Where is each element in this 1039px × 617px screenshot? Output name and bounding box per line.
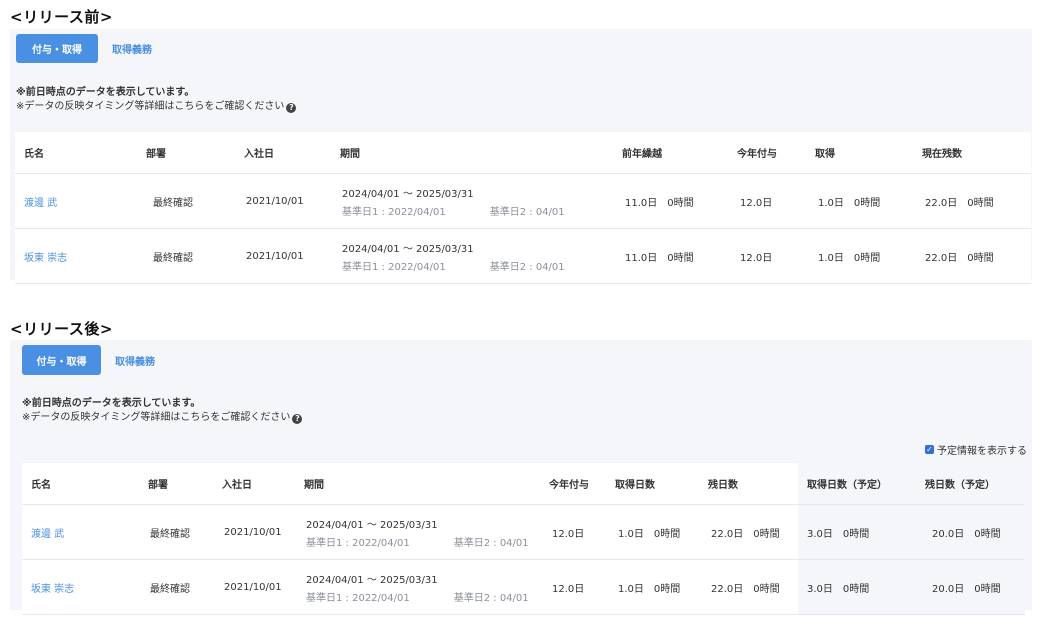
period-range: 2024/04/01 〜 2025/03/31 — [342, 243, 474, 255]
table-header-row: 氏名 部署 入社日 期間 前年繰越 今年付与 取得 現在残数 — [15, 132, 1031, 174]
header-remaining-planned[interactable]: 残日数（予定） — [916, 463, 1025, 505]
header-granted[interactable]: 今年付与 — [728, 132, 806, 174]
period-range: 2024/04/01 〜 2025/03/31 — [342, 188, 474, 200]
period-range: 2024/04/01 〜 2025/03/31 — [306, 574, 438, 586]
dept-cell: 最終確認 — [139, 559, 213, 615]
section-title-after: <リリース後> — [10, 320, 113, 338]
remaining-cell: 22.0日 0時間 — [913, 228, 1031, 284]
show-planned-label: 予定情報を表示する — [937, 446, 1027, 457]
header-taken[interactable]: 取得 — [806, 132, 913, 174]
show-planned-toggle[interactable]: ✓ 予定情報を表示する — [925, 442, 1027, 457]
notice-after: ※前日時点のデータを表示しています。 ※データの反映タイミング等詳細はこちらをご… — [22, 397, 303, 425]
tab-grant-acquire[interactable]: 付与・取得 — [16, 34, 98, 63]
period-cell: 2024/04/01 〜 2025/03/31 基準日1 : 2022/04/0… — [331, 173, 613, 229]
taken-cell: 1.0日 0時間 — [806, 173, 913, 229]
base-date-1: 基準日1 : 2022/04/01 — [342, 261, 446, 273]
joined-cell: 2021/10/01 — [235, 228, 331, 284]
remaining-cell: 22.0日 0時間 — [913, 173, 1031, 229]
table-after: 氏名 部署 入社日 期間 今年付与 取得日数 残日数 取得日数（予定） 残日数（… — [22, 463, 1025, 615]
carryover-cell: 11.0日 0時間 — [613, 173, 728, 229]
header-joined[interactable]: 入社日 — [213, 463, 295, 505]
table-row: 坂東 崇志 最終確認 2021/10/01 2024/04/01 〜 2025/… — [22, 559, 1025, 615]
header-name[interactable]: 氏名 — [15, 132, 137, 174]
section-title-before: <リリース前> — [10, 8, 113, 26]
header-joined[interactable]: 入社日 — [235, 132, 331, 174]
question-circle-icon[interactable]: ? — [286, 103, 297, 113]
header-remaining[interactable]: 現在残数 — [913, 132, 1031, 174]
tab-grant-acquire[interactable]: 付与・取得 — [22, 345, 101, 375]
table-row: 渡邊 武 最終確認 2021/10/01 2024/04/01 〜 2025/0… — [22, 504, 1025, 560]
notice-line-2: ※データの反映タイミング等詳細はこちらをご確認ください? — [16, 100, 297, 114]
table-header-row: 氏名 部署 入社日 期間 今年付与 取得日数 残日数 取得日数（予定） 残日数（… — [22, 463, 1025, 505]
period-base-dates: 基準日1 : 2022/04/01 基準日2 : 04/01 — [342, 203, 613, 218]
taken-planned-cell: 3.0日 0時間 — [798, 504, 916, 560]
remaining-planned-cell: 20.0日 0時間 — [916, 559, 1025, 615]
period-base-dates: 基準日1 : 2022/04/01 基準日2 : 04/01 — [306, 589, 540, 604]
dept-cell: 最終確認 — [137, 228, 235, 284]
tab-obligation-link[interactable]: 取得義務 — [112, 41, 152, 56]
remaining-cell: 22.0日 0時間 — [699, 559, 798, 615]
tab-bar-after: 付与・取得 取得義務 — [22, 345, 155, 375]
base-date-2: 基準日2 : 04/01 — [489, 261, 565, 273]
notice-line-2-text: ※データの反映タイミング等詳細はこちらをご確認ください — [22, 412, 291, 423]
tab-bar-before: 付与・取得 取得義務 — [16, 34, 152, 63]
checkbox-checked-icon[interactable]: ✓ — [925, 445, 934, 454]
dept-cell: 最終確認 — [137, 173, 235, 229]
header-remaining-days[interactable]: 残日数 — [699, 463, 798, 505]
period-base-dates: 基準日1 : 2022/04/01 基準日2 : 04/01 — [306, 534, 540, 549]
employee-name-link[interactable]: 渡邊 武 — [24, 198, 57, 209]
granted-cell: 12.0日 — [540, 559, 606, 615]
table-before: 氏名 部署 入社日 期間 前年繰越 今年付与 取得 現在残数 渡邊 武 最終確認… — [15, 132, 1031, 284]
granted-cell: 12.0日 — [540, 504, 606, 560]
tab-obligation-link[interactable]: 取得義務 — [115, 353, 155, 368]
taken-planned-cell: 3.0日 0時間 — [798, 559, 916, 615]
notice-line-1: ※前日時点のデータを表示しています。 — [16, 87, 195, 98]
carryover-cell: 11.0日 0時間 — [613, 228, 728, 284]
base-date-1: 基準日1 : 2022/04/01 — [306, 592, 410, 604]
notice-line-2-text: ※データの反映タイミング等詳細はこちらをご確認ください — [16, 101, 285, 112]
employee-name-link[interactable]: 渡邊 武 — [31, 529, 64, 540]
joined-cell: 2021/10/01 — [213, 559, 295, 615]
table-row: 渡邊 武 最終確認 2021/10/01 2024/04/01 〜 2025/0… — [15, 173, 1031, 229]
taken-cell: 1.0日 0時間 — [806, 228, 913, 284]
header-period[interactable]: 期間 — [331, 132, 613, 174]
employee-name-link[interactable]: 坂東 崇志 — [24, 253, 67, 264]
base-date-2: 基準日2 : 04/01 — [453, 592, 529, 604]
period-cell: 2024/04/01 〜 2025/03/31 基準日1 : 2022/04/0… — [331, 228, 613, 284]
granted-cell: 12.0日 — [728, 228, 806, 284]
header-taken-planned[interactable]: 取得日数（予定） — [798, 463, 916, 505]
period-cell: 2024/04/01 〜 2025/03/31 基準日1 : 2022/04/0… — [295, 504, 540, 560]
header-taken-days[interactable]: 取得日数 — [606, 463, 699, 505]
dept-cell: 最終確認 — [139, 504, 213, 560]
base-date-1: 基準日1 : 2022/04/01 — [342, 206, 446, 218]
table-row: 坂東 崇志 最終確認 2021/10/01 2024/04/01 〜 2025/… — [15, 228, 1031, 284]
remaining-planned-cell: 20.0日 0時間 — [916, 504, 1025, 560]
period-base-dates: 基準日1 : 2022/04/01 基準日2 : 04/01 — [342, 258, 613, 273]
joined-cell: 2021/10/01 — [235, 173, 331, 229]
header-dept[interactable]: 部署 — [139, 463, 213, 505]
base-date-2: 基準日2 : 04/01 — [489, 206, 565, 218]
header-dept[interactable]: 部署 — [137, 132, 235, 174]
notice-line-1: ※前日時点のデータを表示しています。 — [22, 398, 201, 409]
period-range: 2024/04/01 〜 2025/03/31 — [306, 519, 438, 531]
employee-name-link[interactable]: 坂東 崇志 — [31, 584, 74, 595]
notice-before: ※前日時点のデータを表示しています。 ※データの反映タイミング等詳細はこちらをご… — [16, 86, 297, 114]
taken-cell: 1.0日 0時間 — [606, 559, 699, 615]
base-date-1: 基準日1 : 2022/04/01 — [306, 537, 410, 549]
taken-cell: 1.0日 0時間 — [606, 504, 699, 560]
header-carryover[interactable]: 前年繰越 — [613, 132, 728, 174]
joined-cell: 2021/10/01 — [213, 504, 295, 560]
period-cell: 2024/04/01 〜 2025/03/31 基準日1 : 2022/04/0… — [295, 559, 540, 615]
base-date-2: 基準日2 : 04/01 — [453, 537, 529, 549]
question-circle-icon[interactable]: ? — [292, 414, 303, 424]
header-period[interactable]: 期間 — [295, 463, 540, 505]
header-name[interactable]: 氏名 — [22, 463, 139, 505]
remaining-cell: 22.0日 0時間 — [699, 504, 798, 560]
notice-line-2: ※データの反映タイミング等詳細はこちらをご確認ください? — [22, 411, 303, 425]
granted-cell: 12.0日 — [728, 173, 806, 229]
header-granted[interactable]: 今年付与 — [540, 463, 606, 505]
